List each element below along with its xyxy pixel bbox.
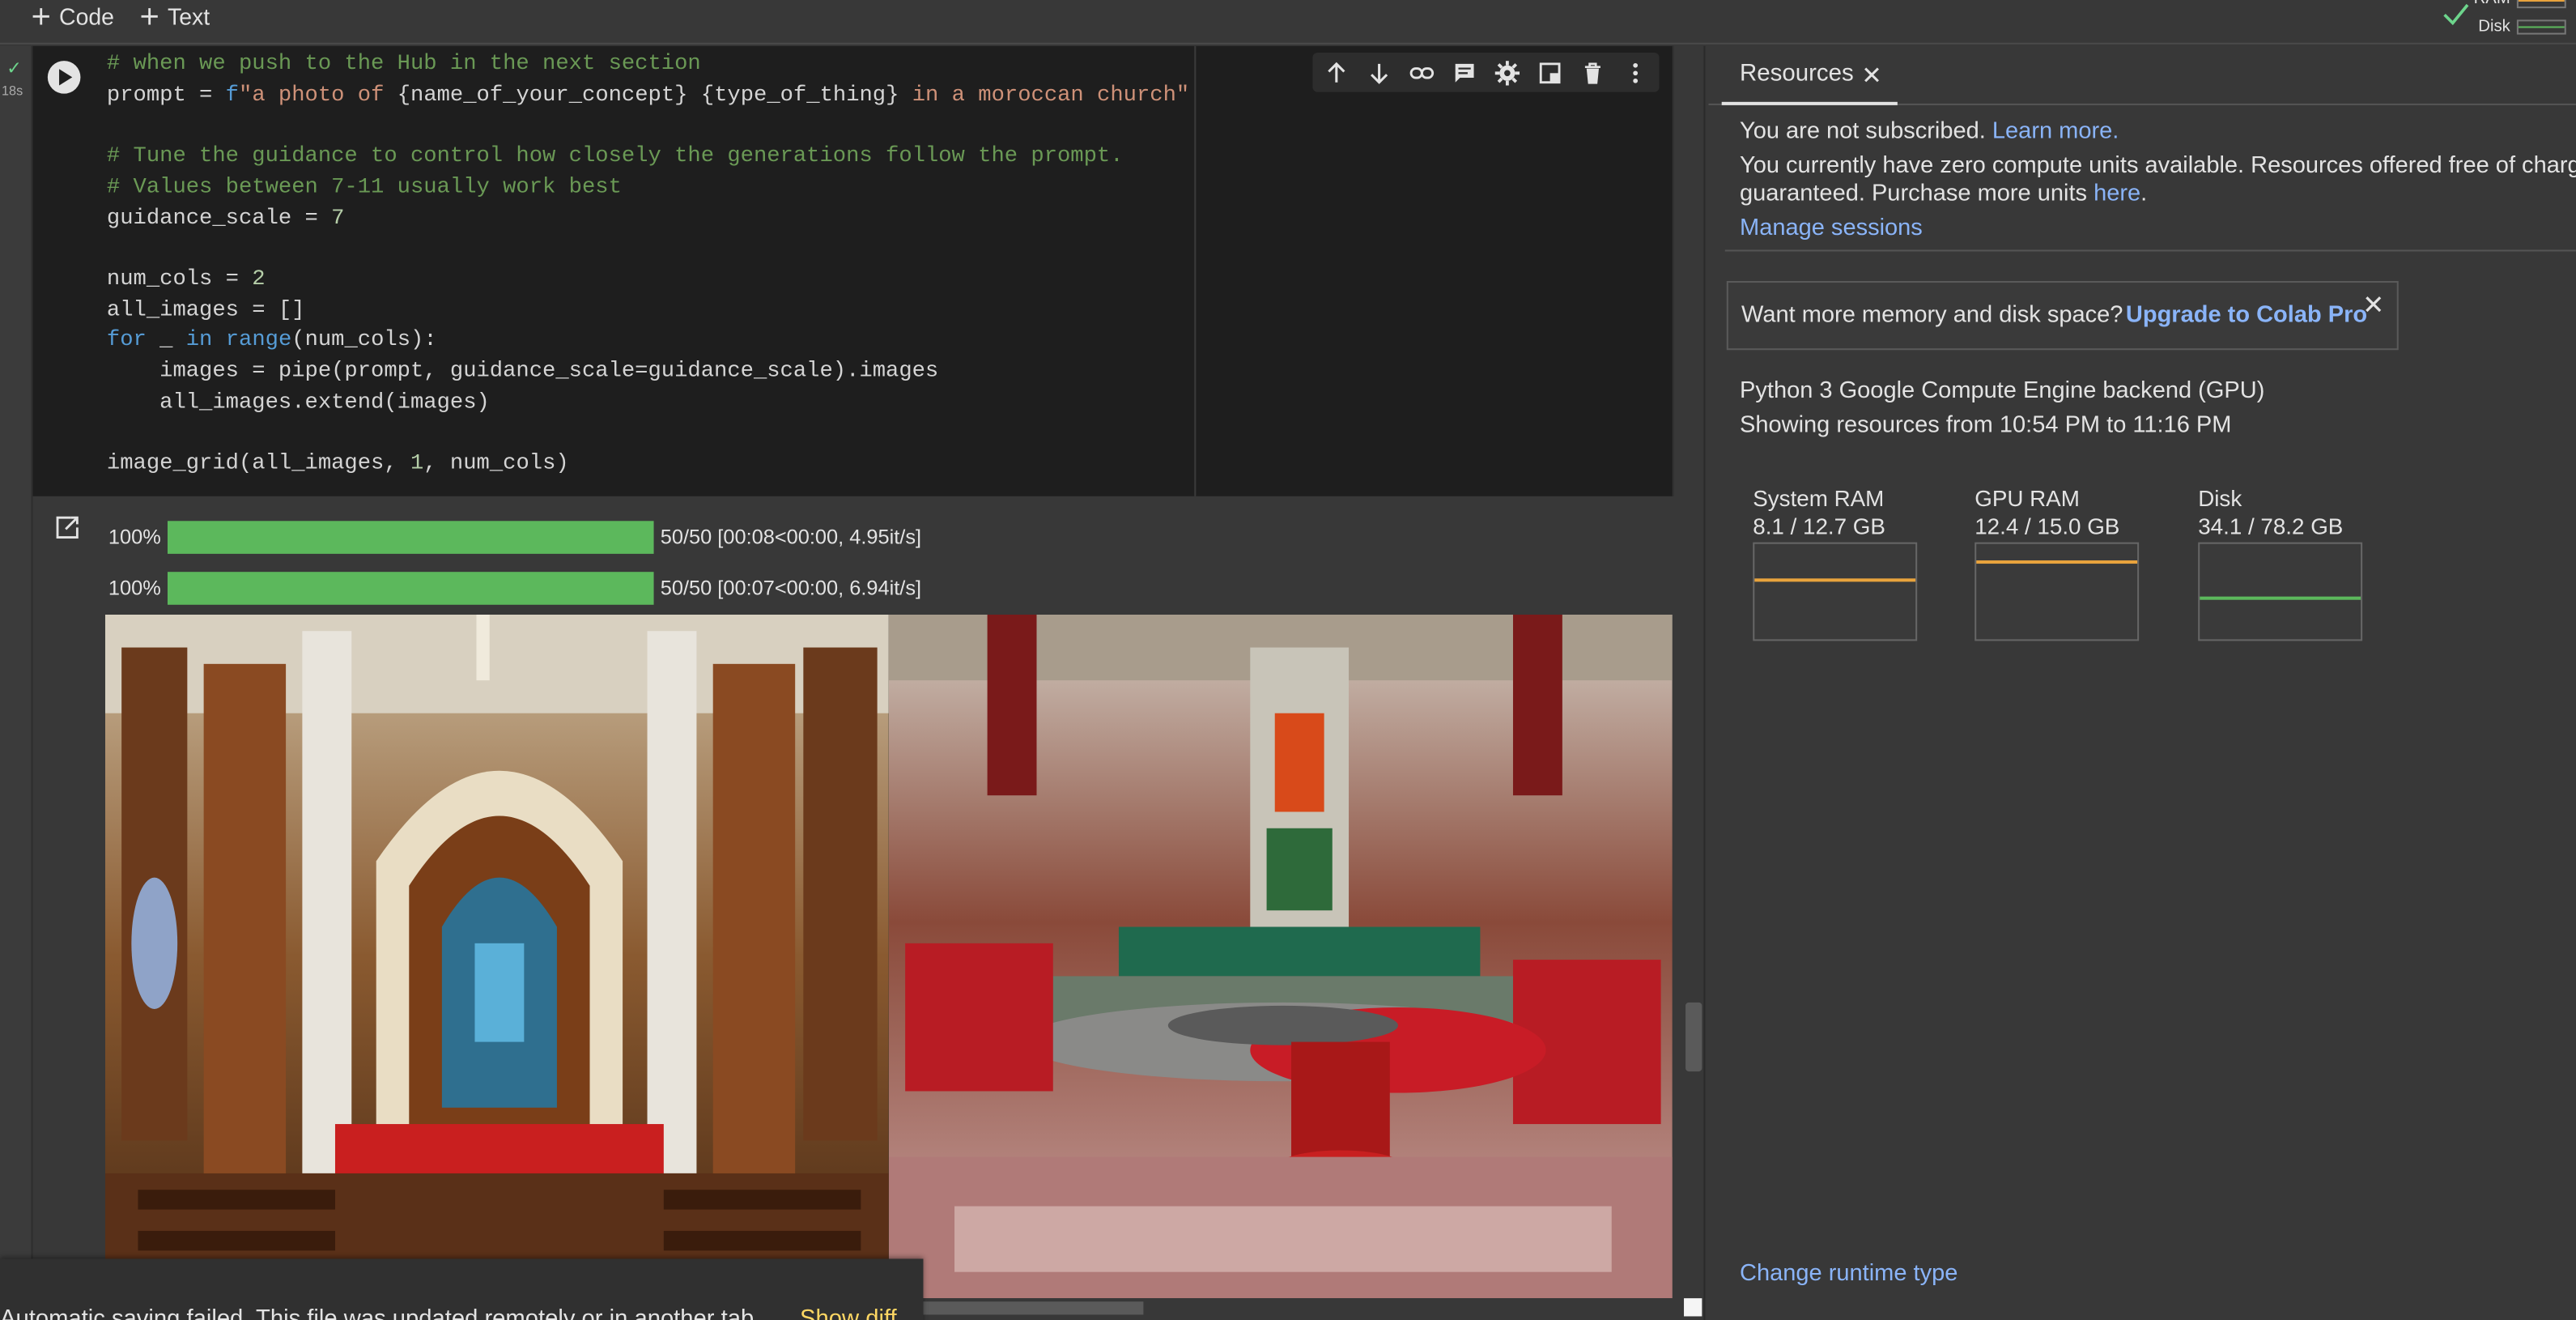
- compute-units-text: guaranteed. Purchase more units: [1740, 181, 2094, 207]
- compute-units-line2: guaranteed. Purchase more units here.: [1740, 181, 2147, 207]
- generated-image-1: [104, 614, 889, 1299]
- close-banner-icon[interactable]: ✕: [2362, 289, 2384, 322]
- gpu-ram-graph: [1975, 542, 2140, 641]
- generated-image-2: [888, 614, 1673, 1299]
- upgrade-colab-pro-link[interactable]: Upgrade to Colab Pro: [2126, 302, 2367, 328]
- progress-percent: 100%: [108, 526, 161, 549]
- not-subscribed-text: You are not subscribed.: [1740, 118, 1986, 145]
- scroll-corner: [1684, 1298, 1702, 1317]
- purchase-here-link[interactable]: here: [2094, 181, 2140, 207]
- compute-units-line1: You currently have zero compute units av…: [1740, 152, 2576, 180]
- code-line[interactable]: all_images.extend(images): [107, 389, 1189, 419]
- active-tab-indicator: [1721, 101, 1898, 105]
- gear-icon[interactable]: [1494, 59, 1520, 85]
- generated-image-moroccan-church-arches: [104, 614, 889, 1299]
- ram-label: RAM: [2474, 0, 2510, 8]
- progress-percent: 100%: [108, 577, 161, 600]
- change-runtime-type-link[interactable]: Change runtime type: [1740, 1260, 1958, 1286]
- system-ram-label: System RAM 8.1 / 12.7 GB: [1753, 486, 1885, 539]
- more-options-icon[interactable]: [1622, 59, 1647, 85]
- code-line[interactable]: [107, 236, 1189, 266]
- disk-graph: [2198, 542, 2363, 641]
- disk-label-panel: Disk 34.1 / 78.2 GB: [2198, 486, 2344, 539]
- notebook-toolbar: Code Text RAM Disk: [0, 0, 2576, 45]
- execution-success-icon: ✓: [6, 59, 22, 79]
- run-cell-button[interactable]: [47, 61, 81, 94]
- image-grid-output: [104, 614, 1673, 1299]
- comment-icon[interactable]: [1452, 59, 1477, 85]
- autosave-error-toast: Automatic saving failed. This file was u…: [0, 1258, 924, 1320]
- move-down-icon[interactable]: [1367, 59, 1392, 85]
- play-icon: [58, 69, 72, 86]
- usage-line: [1754, 578, 1916, 582]
- upsell-text: Want more memory and disk space?: [1741, 302, 2123, 329]
- code-editor[interactable]: # when we push to the Hub in the next se…: [107, 51, 1189, 481]
- progress-bar-row: 100% 50/50 [00:07<00:00, 6.94it/s]: [108, 572, 921, 605]
- code-line[interactable]: all_images = []: [107, 297, 1189, 328]
- cell-gutter: [0, 45, 33, 1320]
- horizontal-scrollbar-thumb[interactable]: [920, 1301, 1144, 1315]
- code-line[interactable]: # Tune the guidance to control how close…: [107, 143, 1189, 174]
- progress-info: 50/50 [00:07<00:00, 6.94it/s]: [660, 577, 922, 600]
- progress-fill: [167, 572, 654, 605]
- progress-info: 50/50 [00:08<00:00, 4.95it/s]: [660, 526, 922, 549]
- code-line[interactable]: [107, 113, 1189, 143]
- backend-info: Python 3 Google Compute Engine backend (…: [1740, 377, 2265, 405]
- show-diff-link[interactable]: Show diff: [800, 1305, 897, 1320]
- progress-bar-row: 100% 50/50 [00:08<00:00, 4.95it/s]: [108, 521, 921, 554]
- cell-toolbar: [1312, 52, 1660, 92]
- add-text-button[interactable]: Text: [139, 0, 210, 33]
- code-line[interactable]: prompt = f"a photo of {name_of_your_conc…: [107, 82, 1189, 113]
- ram-disk-indicator[interactable]: RAM Disk: [2438, 0, 2569, 40]
- code-line[interactable]: # Values between 7-11 usually work best: [107, 174, 1189, 205]
- move-up-icon[interactable]: [1324, 59, 1350, 85]
- tab-resources[interactable]: Resources: [1740, 61, 1854, 87]
- subscription-status: You are not subscribed. Learn more.: [1740, 118, 2119, 144]
- manage-sessions-link[interactable]: Manage sessions: [1740, 215, 1923, 241]
- usage-line: [2200, 596, 2361, 600]
- toast-message: Automatic saving failed. This file was u…: [0, 1305, 761, 1320]
- add-text-label: Text: [167, 3, 210, 30]
- output-actions-icon[interactable]: [54, 514, 80, 540]
- system-ram-graph: [1753, 542, 1918, 641]
- close-panel-icon[interactable]: ✕: [1861, 61, 1882, 90]
- vertical-scrollbar-thumb[interactable]: [1685, 1002, 1702, 1072]
- mirror-cell-icon[interactable]: [1537, 59, 1562, 85]
- code-line[interactable]: num_cols = 2: [107, 266, 1189, 297]
- gpu-ram-label: GPU RAM 12.4 / 15.0 GB: [1975, 486, 2120, 539]
- period-text: .: [2140, 181, 2148, 207]
- add-code-button[interactable]: Code: [32, 0, 114, 33]
- code-line[interactable]: image_grid(all_images, 1, num_cols): [107, 450, 1189, 481]
- code-line[interactable]: for _ in range(num_cols):: [107, 327, 1189, 358]
- code-line[interactable]: images = pipe(prompt, guidance_scale=gui…: [107, 358, 1189, 389]
- code-line[interactable]: [107, 419, 1189, 450]
- line-length-ruler: [1194, 45, 1197, 496]
- disk-mini-bar: [2516, 19, 2566, 35]
- code-line[interactable]: # when we push to the Hub in the next se…: [107, 51, 1189, 82]
- plus-icon: [141, 8, 158, 25]
- generated-image-moroccan-interior-red-sofa: [888, 614, 1673, 1299]
- plus-icon: [32, 8, 49, 25]
- code-line[interactable]: guidance_scale = 7: [107, 205, 1189, 236]
- section-divider: [1724, 249, 2576, 252]
- resources-time-range: Showing resources from 10:54 PM to 11:16…: [1740, 412, 2232, 439]
- progress-fill: [167, 521, 654, 554]
- ram-mini-bar: [2516, 0, 2566, 9]
- usage-line: [1976, 560, 2138, 564]
- add-code-label: Code: [59, 3, 114, 30]
- disk-label: Disk: [2478, 18, 2510, 36]
- learn-more-link[interactable]: Learn more.: [1992, 118, 2119, 144]
- link-icon[interactable]: [1409, 59, 1435, 85]
- execution-time: 18s: [2, 83, 23, 99]
- delete-icon[interactable]: [1579, 59, 1605, 85]
